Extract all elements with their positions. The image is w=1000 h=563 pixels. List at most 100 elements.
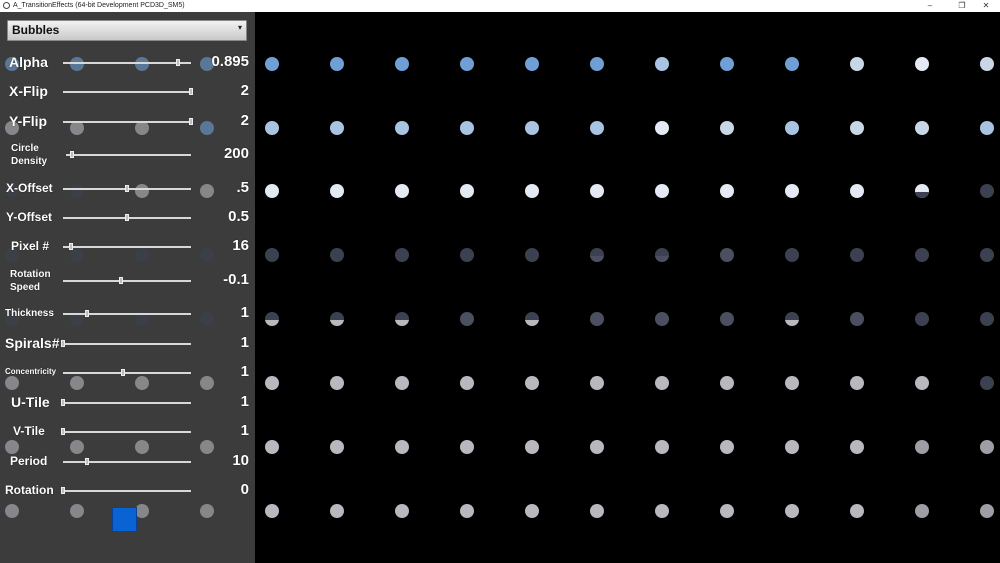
slider-track[interactable] (66, 154, 191, 156)
panel-bubble-dot (5, 504, 19, 518)
dot-lower-half (265, 320, 279, 326)
slider-thumb[interactable] (85, 458, 90, 465)
slider-thumb[interactable] (61, 340, 65, 347)
bubble-dot (785, 184, 799, 198)
bubble-dot (590, 312, 604, 326)
bubble-dot (655, 440, 669, 454)
bubble-dot (720, 57, 734, 71)
slider-label: Y-Flip (9, 113, 48, 129)
bubble-dot (850, 121, 864, 135)
slider-row-rotation-speed: Rotation Speed -0.1 (0, 268, 255, 293)
slider-track[interactable] (63, 280, 191, 282)
minimize-button[interactable]: – (916, 0, 944, 12)
bubble-dot (395, 376, 409, 390)
bubble-dot (330, 504, 344, 518)
slider-thumb[interactable] (85, 310, 90, 317)
slider-track[interactable] (63, 91, 191, 93)
bubble-dot (720, 248, 734, 262)
effect-dropdown-value: Bubbles (12, 23, 60, 37)
bubble-dot (915, 504, 929, 518)
slider-thumb[interactable] (118, 277, 123, 284)
panel-bubble-dot (135, 57, 149, 71)
bubble-dot (850, 57, 864, 71)
bubble-dot (915, 312, 929, 326)
color-swatch[interactable] (112, 507, 137, 532)
bubble-dot (395, 312, 409, 326)
slider-label: Concentricity (5, 367, 57, 376)
slider-value: -0.1 (223, 271, 249, 288)
panel-bubble-dot (200, 121, 214, 135)
slider-value: 10 (232, 452, 249, 469)
slider-thumb[interactable] (125, 185, 129, 192)
slider-thumb[interactable] (70, 151, 75, 158)
bubble-dot (655, 121, 669, 135)
bubble-dot (850, 504, 864, 518)
slider-track[interactable] (63, 461, 191, 463)
slider-row-x-offset: X-Offset .5 (0, 176, 255, 200)
bubble-dot (525, 184, 539, 198)
slider-thumb[interactable] (61, 428, 65, 435)
slider-thumb[interactable] (176, 59, 181, 66)
bubble-dot (980, 376, 994, 390)
dot-lower-half (525, 320, 539, 326)
slider-thumb[interactable] (189, 88, 193, 95)
bubble-dot (525, 440, 539, 454)
close-button[interactable]: ✕ (972, 0, 1000, 12)
bubble-dot (655, 376, 669, 390)
effect-dropdown[interactable]: Bubbles ▾ (7, 20, 247, 41)
slider-thumb[interactable] (61, 487, 65, 494)
bubble-dot (655, 504, 669, 518)
bubble-dot (785, 248, 799, 262)
bubble-dot (720, 312, 734, 326)
slider-row-concentricity: Concentricity 1 (0, 360, 255, 384)
slider-value: 2 (240, 112, 249, 129)
panel-bubble-dot (135, 504, 149, 518)
slider-track[interactable] (63, 246, 191, 248)
slider-value: 16 (232, 237, 249, 254)
bubble-dot (850, 312, 864, 326)
bubble-dot (785, 121, 799, 135)
slider-row-v-tile: V-Tile 1 (0, 419, 255, 443)
slider-value: 1 (240, 334, 249, 351)
bubble-dot (785, 376, 799, 390)
slider-value: 1 (240, 363, 249, 380)
bubble-dot (980, 121, 994, 135)
slider-thumb[interactable] (189, 118, 193, 125)
slider-track[interactable] (63, 62, 191, 64)
slider-row-circle-density: Circle Density 200 (0, 142, 255, 167)
slider-track[interactable] (63, 490, 191, 492)
slider-track[interactable] (63, 343, 191, 345)
bubble-dot (265, 440, 279, 454)
slider-track[interactable] (63, 313, 191, 315)
slider-row-x-flip: X-Flip 2 (0, 79, 255, 103)
slider-label: Circle Density (11, 143, 48, 167)
slider-thumb[interactable] (68, 243, 73, 250)
panel-bubble-dot (200, 504, 214, 518)
slider-thumb[interactable] (61, 399, 65, 406)
bubble-dot (720, 184, 734, 198)
slider-track[interactable] (63, 372, 191, 374)
bubble-dot (330, 376, 344, 390)
slider-label: Pixel # (11, 239, 50, 253)
bubble-dot (590, 376, 604, 390)
slider-row-period: Period 10 (0, 449, 255, 473)
bubble-dot (330, 184, 344, 198)
slider-thumb[interactable] (121, 369, 126, 376)
panel-bubble-dot (70, 440, 84, 454)
slider-row-thickness: Thickness 1 (0, 301, 255, 325)
slider-track[interactable] (63, 121, 191, 123)
bubble-dot (395, 440, 409, 454)
bubble-dot (590, 248, 604, 262)
bubble-dot (915, 376, 929, 390)
panel-bubble-dot (70, 184, 84, 198)
slider-value: 2 (240, 82, 249, 99)
app-icon (3, 2, 10, 9)
slider-thumb[interactable] (125, 214, 129, 221)
bubble-dot (330, 440, 344, 454)
bubble-dot (395, 504, 409, 518)
slider-track[interactable] (63, 402, 191, 404)
bubble-dot (655, 184, 669, 198)
panel-bubble-dot (200, 312, 214, 326)
bubble-dot (980, 312, 994, 326)
slider-track[interactable] (63, 431, 191, 433)
